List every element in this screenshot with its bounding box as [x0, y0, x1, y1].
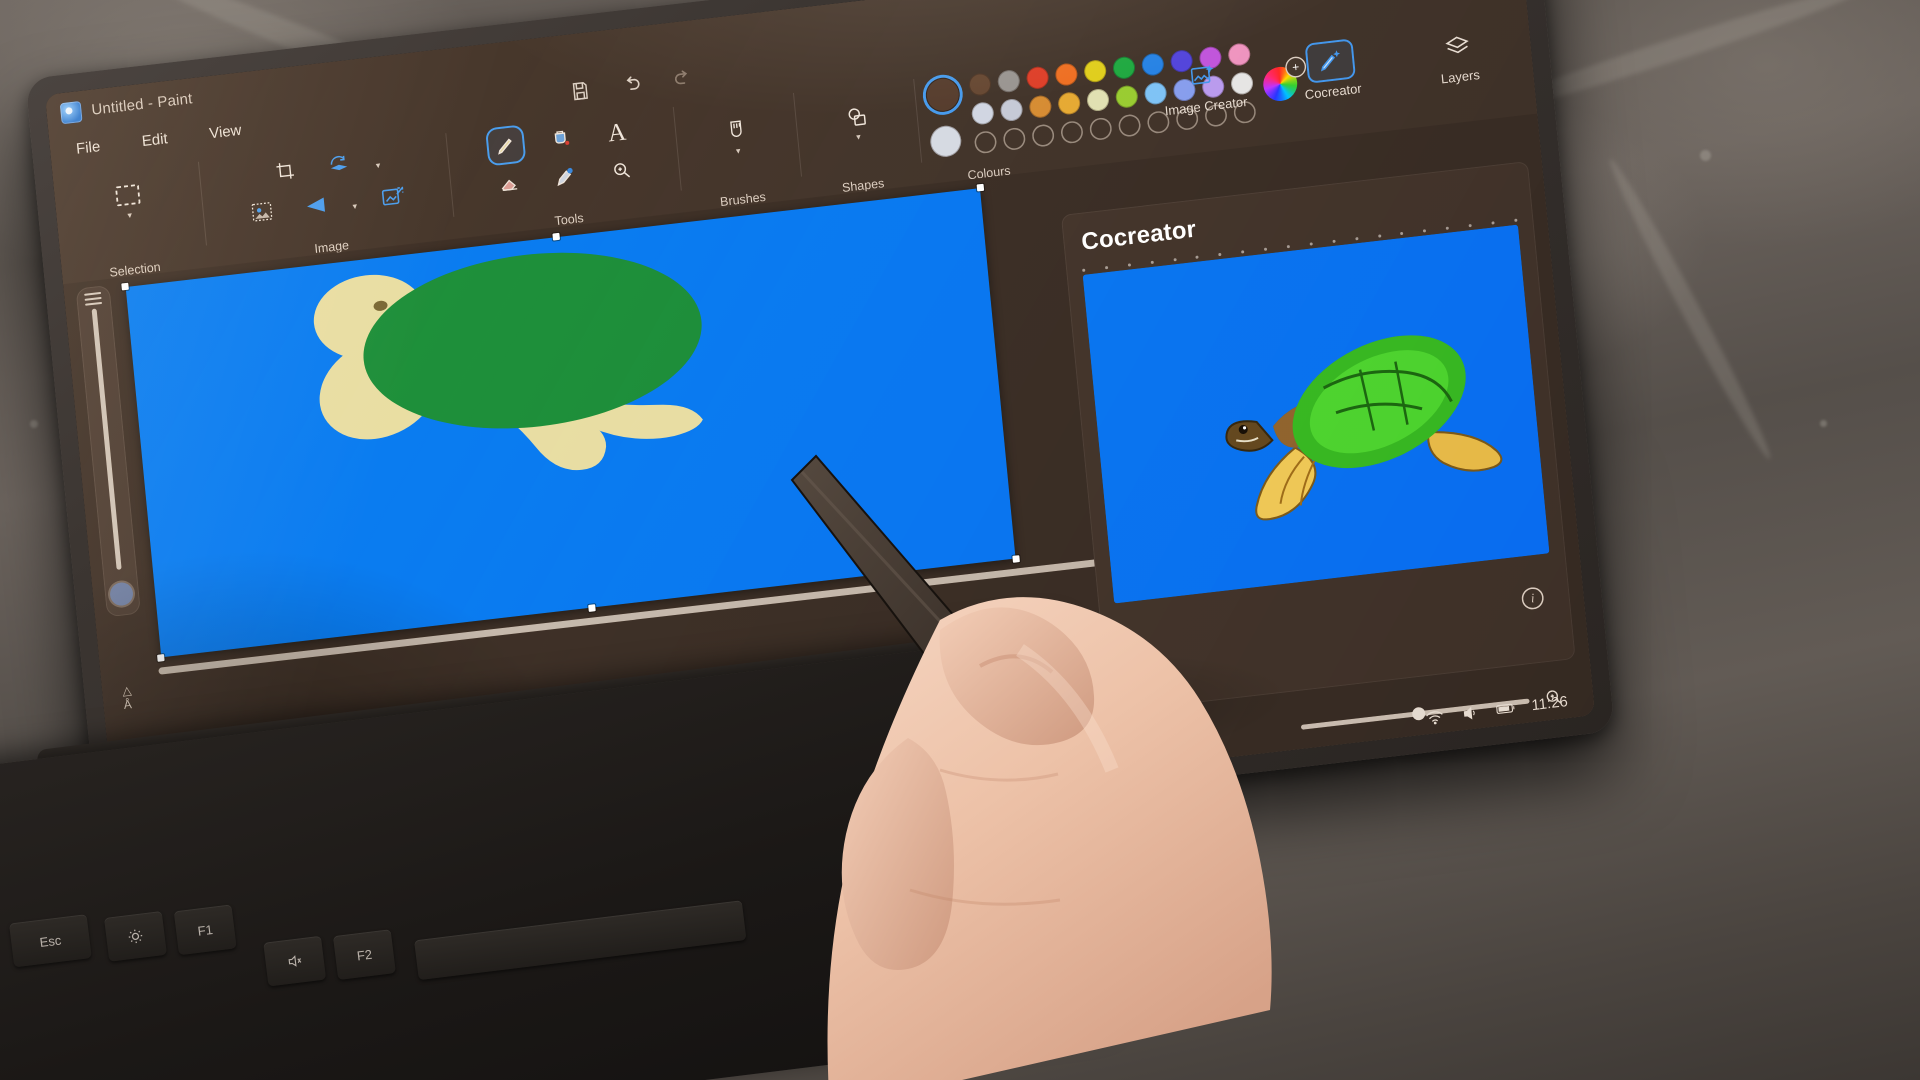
layers-icon [1434, 26, 1481, 67]
colour-swatch-r1-c5[interactable] [1112, 55, 1137, 81]
vertical-ruler-marker: △ Å [121, 683, 133, 712]
ribbon-group-selection: ▾ Selection [52, 156, 208, 286]
colour-swatch-r1-c3[interactable] [1054, 62, 1079, 87]
canvas-handle-tr[interactable] [976, 183, 985, 192]
rectangular-selection-tool[interactable] [109, 176, 146, 214]
eraser-tool[interactable] [491, 164, 528, 202]
menu-item-edit[interactable]: Edit [135, 126, 175, 153]
key-esc[interactable]: Esc [9, 914, 92, 968]
menu-item-view[interactable]: View [202, 118, 248, 146]
key-mute[interactable] [263, 935, 327, 987]
colour-swatch-r2-c3[interactable] [1057, 91, 1082, 116]
colour-swatch-r1-c2[interactable] [1025, 65, 1050, 91]
mute-icon [288, 955, 302, 967]
colour-swatch-r3-c0[interactable] [974, 130, 998, 154]
canvas-handle-bl[interactable] [157, 654, 165, 662]
window-title: Untitled - Paint [90, 89, 194, 119]
screenshot-stage: Esc F1 F2 Untitled - Paint File Edit Vie… [0, 0, 1920, 1080]
canvas-handle-br[interactable] [1012, 555, 1020, 563]
key-f1[interactable]: F1 [173, 904, 237, 956]
eyedropper-tool[interactable] [546, 158, 583, 196]
colour-swatch-r1-c1[interactable] [996, 68, 1021, 94]
stone-speck [1820, 420, 1827, 427]
canvas-handle-bm[interactable] [588, 604, 596, 612]
paint-bucket-tool[interactable] [543, 120, 580, 158]
cocreator-sparkle-icon [1306, 40, 1354, 82]
key-label: Esc [38, 931, 63, 950]
image-creator-icon [1180, 55, 1227, 96]
colour-swatch-r1-c4[interactable] [1083, 58, 1108, 84]
undo-icon[interactable] [617, 70, 645, 99]
key-label: F1 [196, 921, 214, 939]
slider-grip-icon [84, 291, 103, 306]
flip-tool[interactable] [297, 187, 334, 225]
key-brightness[interactable] [104, 910, 167, 962]
rotate-tool[interactable] [320, 146, 357, 184]
save-icon[interactable] [566, 76, 594, 105]
key-spacebar-row[interactable] [414, 900, 747, 981]
menu-item-file[interactable]: File [69, 134, 107, 161]
key-label: F2 [355, 946, 373, 963]
resize-image-tool[interactable] [375, 178, 412, 216]
canvas-handle-tm[interactable] [552, 232, 561, 241]
slider-knob[interactable] [109, 581, 135, 607]
colour-swatch-r3-c4[interactable] [1089, 117, 1113, 141]
magnifier-tool[interactable] [602, 151, 639, 189]
colour-swatch-r2-c4[interactable] [1086, 87, 1110, 113]
colour-swatch-r1-c0[interactable] [968, 72, 992, 97]
shapes-tool[interactable] [838, 98, 875, 136]
ai-generated-sea-turtle [1082, 224, 1550, 604]
redo-icon[interactable] [669, 64, 697, 93]
stone-speck [1700, 150, 1711, 161]
canvas-handle-tl[interactable] [121, 282, 129, 291]
colour-swatch-r3-c3[interactable] [1060, 120, 1084, 144]
brightness-icon [128, 929, 143, 944]
colour-swatch-r3-c5[interactable] [1118, 113, 1142, 137]
colour-swatch-r3-c1[interactable] [1002, 127, 1026, 151]
colour-swatch-r2-c0[interactable] [970, 101, 995, 126]
text-tool[interactable]: A [598, 114, 635, 152]
stone-speck [30, 420, 38, 428]
paint-app-icon [59, 100, 83, 124]
chevron-down-icon[interactable]: ▾ [375, 159, 381, 170]
ribbon-group-shapes: ▾ Shapes [793, 73, 923, 200]
cocreator-generated-image[interactable] [1082, 224, 1550, 604]
ribbon-group-brushes: ▾ Brushes [673, 87, 803, 214]
pencil-tool[interactable] [487, 126, 525, 165]
slider-track [91, 308, 122, 570]
colour-swatch-r2-c2[interactable] [1028, 94, 1053, 119]
crop-tool[interactable] [266, 152, 303, 190]
primary-colour-swatch[interactable] [924, 75, 962, 114]
colour-swatch-r2-c1[interactable] [999, 97, 1024, 123]
brushes-tool[interactable] [718, 112, 755, 150]
remove-background-tool[interactable] [243, 193, 280, 231]
colour-swatch-r2-c5[interactable] [1114, 84, 1139, 109]
chevron-down-icon[interactable]: ▾ [352, 200, 358, 211]
secondary-colour-swatch[interactable] [928, 124, 963, 159]
colour-swatch-r3-c2[interactable] [1031, 123, 1055, 147]
key-f2[interactable]: F2 [332, 929, 396, 980]
